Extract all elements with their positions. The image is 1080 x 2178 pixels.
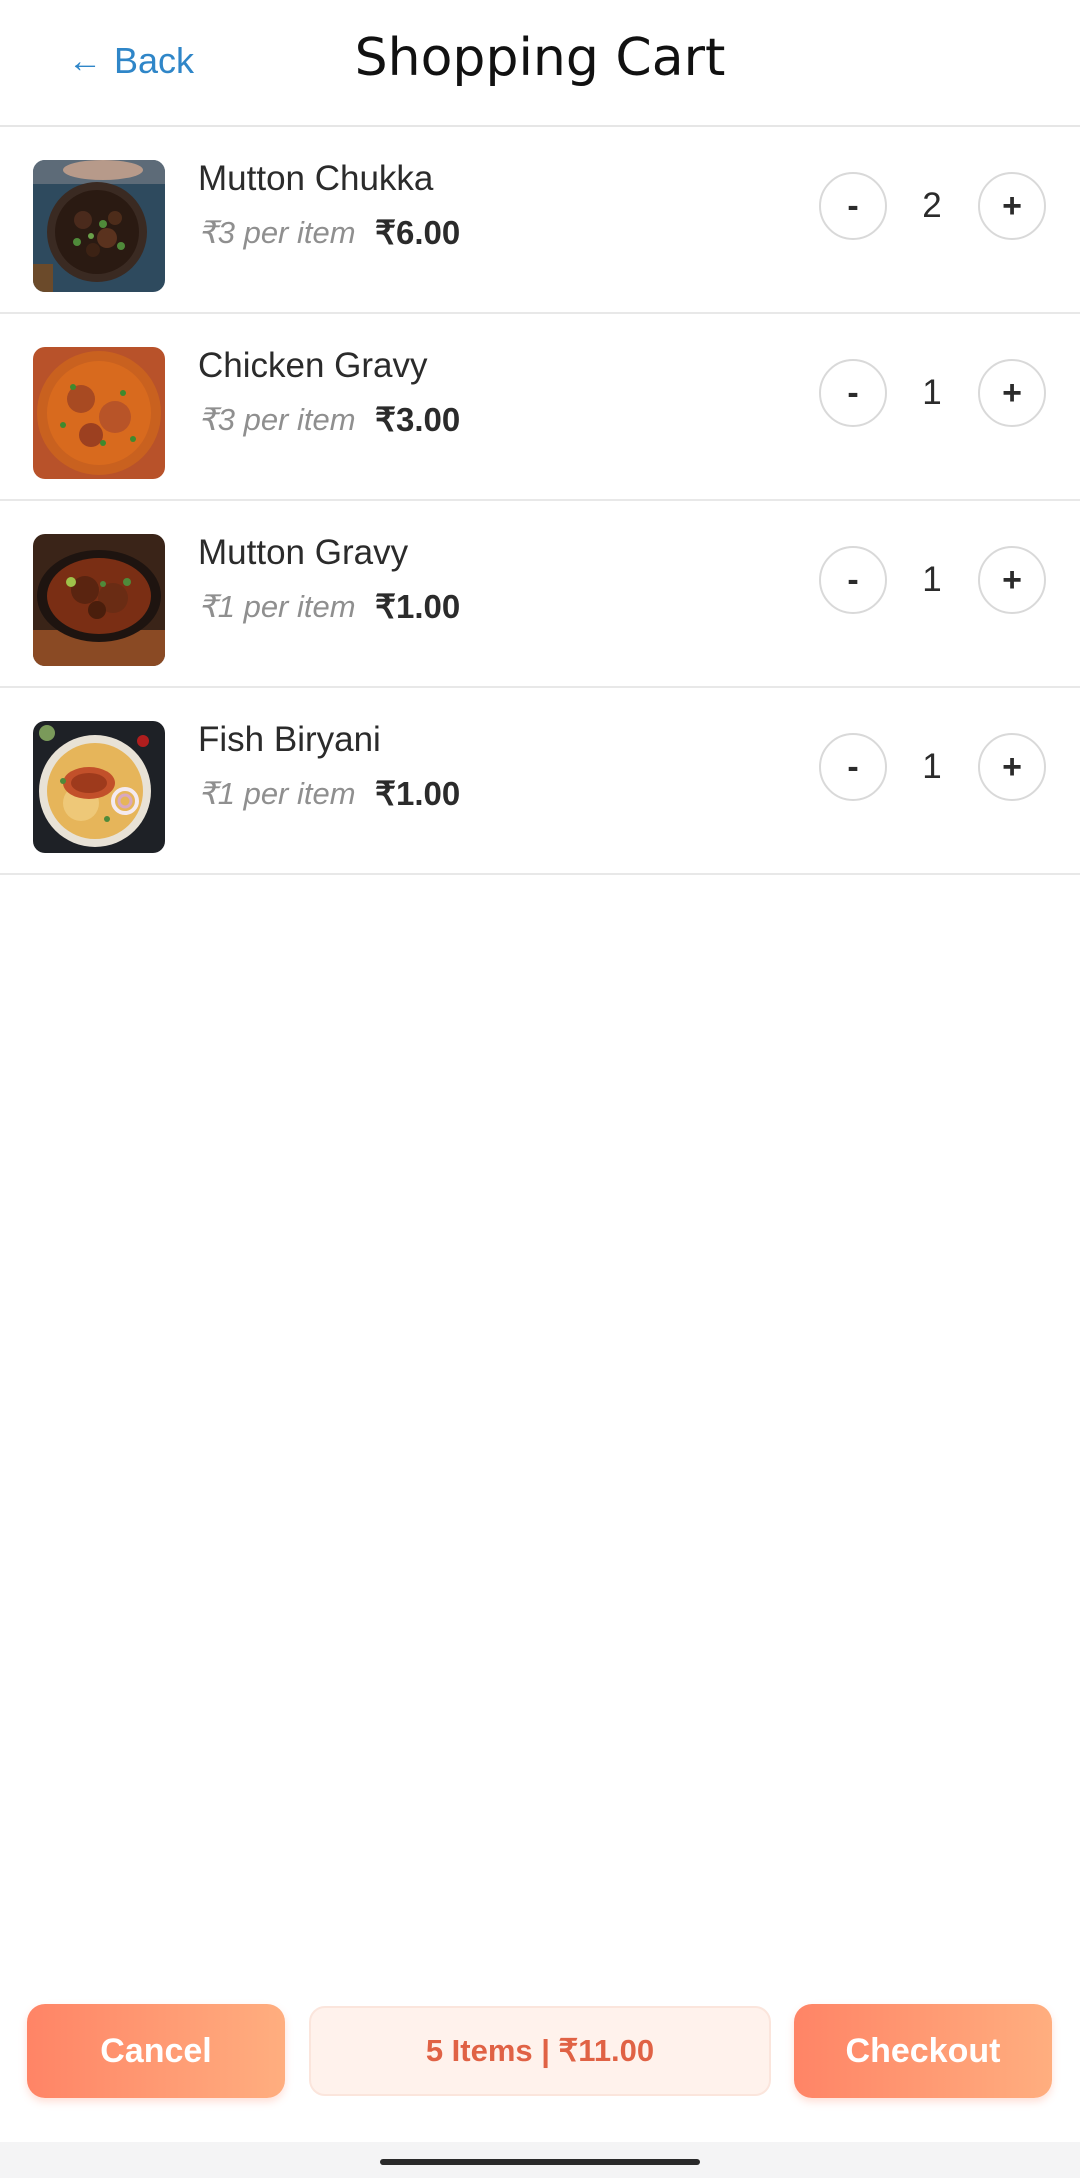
item-total-price: ₹1.00 [375,775,461,812]
decrease-quantity-button[interactable]: - [819,546,887,614]
item-total-price: ₹6.00 [375,214,461,251]
increase-quantity-button[interactable]: + [978,733,1046,801]
item-unit-price: ₹3 per item [198,215,356,250]
increase-quantity-button[interactable]: + [978,546,1046,614]
item-total-price: ₹3.00 [375,401,461,438]
item-unit-price: ₹3 per item [198,402,356,437]
shopping-cart-screen: ← Back Shopping Cart Mutton Chukka ₹3 pe… [0,0,1080,2178]
item-unit-price: ₹1 per item [198,776,356,811]
item-name: Mutton Chukka [198,159,434,198]
cart-item-mutton-chukka: Mutton Chukka ₹3 per item ₹6.00 - 2 + [0,127,1080,314]
item-name: Chicken Gravy [198,346,428,385]
cart-item-fish-biryani: Fish Biryani ₹1 per item ₹1.00 - 1 + [0,688,1080,875]
food-image-mutton-gravy [33,534,165,666]
cart-list: Mutton Chukka ₹3 per item ₹6.00 - 2 + Ch… [0,127,1080,875]
cart-summary: 5 Items | ₹11.00 [309,2006,771,2096]
bottom-action-bar: Cancel 5 Items | ₹11.00 Checkout [0,2002,1080,2102]
header: ← Back Shopping Cart [0,0,1080,127]
item-name: Mutton Gravy [198,533,409,572]
food-image-fish-biryani [33,721,165,853]
decrease-quantity-button[interactable]: - [819,733,887,801]
food-image-chicken-gravy [33,347,165,479]
quantity-value: 1 [922,560,942,599]
checkout-button[interactable]: Checkout [794,2004,1052,2098]
cancel-button[interactable]: Cancel [27,2004,285,2098]
quantity-value: 1 [922,373,942,412]
system-navigation-bar [0,2142,1080,2178]
home-indicator[interactable] [380,2159,700,2165]
item-unit-price: ₹1 per item [198,589,356,624]
cart-item-chicken-gravy: Chicken Gravy ₹3 per item ₹3.00 - 1 + [0,314,1080,501]
increase-quantity-button[interactable]: + [978,359,1046,427]
increase-quantity-button[interactable]: + [978,172,1046,240]
decrease-quantity-button[interactable]: - [819,172,887,240]
quantity-value: 2 [922,186,942,225]
item-total-price: ₹1.00 [375,588,461,625]
decrease-quantity-button[interactable]: - [819,359,887,427]
cart-item-mutton-gravy: Mutton Gravy ₹1 per item ₹1.00 - 1 + [0,501,1080,688]
item-name: Fish Biryani [198,720,381,759]
quantity-value: 1 [922,747,942,786]
page-title: Shopping Cart [354,28,726,88]
food-image-mutton-chukka [33,160,165,292]
